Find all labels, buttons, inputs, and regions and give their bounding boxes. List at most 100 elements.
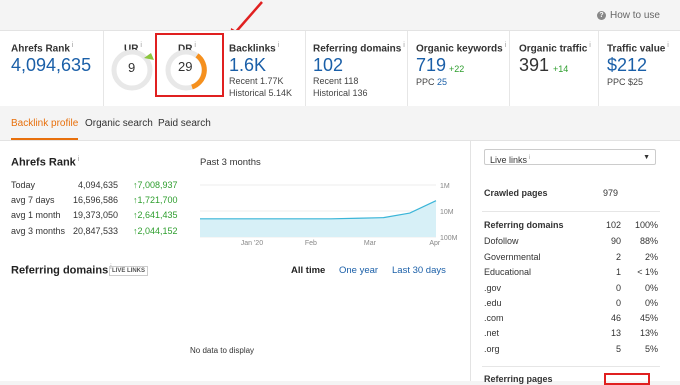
stat-pct: 88% <box>639 236 658 246</box>
referring-domains-label: Referring domains <box>313 43 402 55</box>
stat-pct: 0% <box>644 283 658 293</box>
organic-traffic-metric[interactable]: Organic traffic i 391 +14 <box>509 31 599 106</box>
live-links-dropdown[interactable]: Live links i ▼ <box>484 149 656 165</box>
stat-label: Referring domains <box>484 220 564 230</box>
help-icon: ? <box>596 11 606 20</box>
organic-traffic-label: Organic traffic <box>519 43 588 55</box>
stat-value[interactable]: 46 <box>590 313 621 323</box>
info-icon: i <box>75 156 80 163</box>
stat-pct: 45% <box>639 313 658 323</box>
chart-x-tick: Feb <box>305 240 317 247</box>
backlinks-recent: Recent 1.77K <box>229 76 284 86</box>
rank-row-change: ↑2,044,152 <box>133 226 178 236</box>
stat-label: Governmental <box>484 252 541 262</box>
referring-domains-recent: Recent 118 <box>313 76 359 86</box>
chart-title: Past 3 months <box>200 157 261 168</box>
rank-row-value: 16,596,586 <box>72 195 118 205</box>
backlinks-historical: Historical 5.14K <box>229 88 293 98</box>
stat-label: .com <box>484 313 504 323</box>
stat-label: Dofollow <box>484 236 519 246</box>
chart-x-tick: Jan '20 <box>241 240 263 247</box>
divider <box>482 211 660 212</box>
stat-value[interactable]: 90 <box>590 236 621 246</box>
referring-domains-title: Referring domains <box>11 264 109 277</box>
dr-highlight-box <box>155 33 224 97</box>
traffic-value-ppc: PPC $25 <box>607 77 644 87</box>
tab-organic-search[interactable]: Organic search <box>85 118 153 129</box>
top-bar <box>0 0 680 30</box>
crawled-pages-value: 979 <box>603 188 619 198</box>
stat-value[interactable]: 13 <box>590 328 621 338</box>
stat-value: 0 <box>615 298 621 308</box>
chart-y-tick: 10M <box>440 209 454 216</box>
chevron-down-icon: ▼ <box>643 154 650 161</box>
ppc-value[interactable]: 25 <box>437 77 447 87</box>
tab-backlink-profile[interactable]: Backlink profile <box>11 118 79 140</box>
filter-all-time[interactable]: All time <box>291 265 325 276</box>
divider <box>482 366 660 367</box>
rank-chart: 1M 10M 100M Jan '20 Feb Mar Apr <box>200 183 458 247</box>
rank-row-change: ↑1,721,700 <box>133 195 178 205</box>
rank-row-change: ↑2,641,435 <box>133 210 178 220</box>
ur-value: 9 <box>128 60 136 75</box>
stat-value[interactable]: 1 <box>590 267 621 277</box>
backlinks-label: Backlinks <box>229 43 276 55</box>
live-links-badge: LIVE LINKS <box>109 266 149 276</box>
rank-row-change: ↑7,008,937 <box>133 180 178 190</box>
stat-value[interactable]: 2 <box>590 252 621 262</box>
live-links-dropdown-value: Live links <box>490 155 528 165</box>
info-icon: i <box>502 42 507 49</box>
tab-paid-search[interactable]: Paid search <box>158 118 211 129</box>
traffic-value-value: $212 <box>607 55 648 75</box>
organic-traffic-value: 391 <box>519 55 550 75</box>
stat-pct: 2% <box>644 252 658 262</box>
backlinks-metric[interactable]: Backlinks i 1.6K Recent 1.77K Historical… <box>225 31 306 106</box>
chart-x-tick: Mar <box>364 240 377 247</box>
rank-row-label: avg 7 days <box>11 195 55 205</box>
info-icon: i <box>275 42 280 49</box>
traffic-value-label: Traffic value <box>607 43 666 55</box>
rank-row-label: avg 1 month <box>11 210 61 220</box>
stat-pct: < 1% <box>637 267 658 277</box>
ahrefs-rank-value: 4,094,635 <box>11 55 92 75</box>
referring-domains-value: 102 <box>313 55 344 75</box>
info-icon: i <box>69 42 74 49</box>
ahrefs-rank-metric[interactable]: Ahrefs Rank i 4,094,635 <box>0 31 104 106</box>
filter-last-30-days[interactable]: Last 30 days <box>392 265 446 276</box>
organic-traffic-delta: +14 <box>553 64 569 74</box>
how-to-use-label: How to use <box>609 10 660 21</box>
info-icon: i <box>665 42 669 49</box>
rank-row-label: Today <box>11 180 36 190</box>
ahrefs-rank-label: Ahrefs Rank <box>11 43 70 55</box>
stat-value[interactable]: 5 <box>590 344 621 354</box>
stat-label: .net <box>484 328 500 338</box>
chart-x-tick: Apr <box>429 240 441 247</box>
stat-pct: 13% <box>639 328 658 338</box>
backlinks-value: 1.6K <box>229 55 267 75</box>
no-data-message: No data to display <box>190 346 255 355</box>
info-icon: i <box>527 155 531 161</box>
stat-label: .org <box>484 344 500 354</box>
stat-value[interactable]: 102 <box>590 220 621 230</box>
referring-domains-historical: Historical 136 <box>313 88 368 98</box>
chart-y-tick: 1M <box>440 183 450 190</box>
stat-value: 0 <box>615 283 621 293</box>
stat-pct: 5% <box>644 344 658 354</box>
traffic-value-metric[interactable]: Traffic value i $212 PPC $25 <box>598 31 680 106</box>
organic-keywords-metric[interactable]: Organic keywords i 719 +22 PPC 25 <box>407 31 510 106</box>
organic-keywords-value: 719 <box>416 55 447 75</box>
rank-row-value: 4,094,635 <box>77 180 118 190</box>
section-tabs: Backlink profile Organic search Paid sea… <box>0 106 680 141</box>
stat-label: .edu <box>484 298 502 308</box>
ppc-label: PPC <box>416 77 435 87</box>
filter-one-year[interactable]: One year <box>339 265 378 276</box>
how-to-use-link[interactable]: ? How to use <box>596 10 660 21</box>
rank-row-label: avg 3 months <box>11 226 66 236</box>
organic-keywords-delta: +22 <box>449 64 465 74</box>
stat-label: Educational <box>484 267 532 277</box>
crawled-pages-label: Crawled pages <box>484 188 548 198</box>
referring-pages-label: Referring pages <box>484 374 553 384</box>
referring-domains-metric[interactable]: Referring domains i 102 Recent 118 Histo… <box>305 31 408 106</box>
annotation-box <box>604 373 650 385</box>
stat-label: .gov <box>484 283 502 293</box>
